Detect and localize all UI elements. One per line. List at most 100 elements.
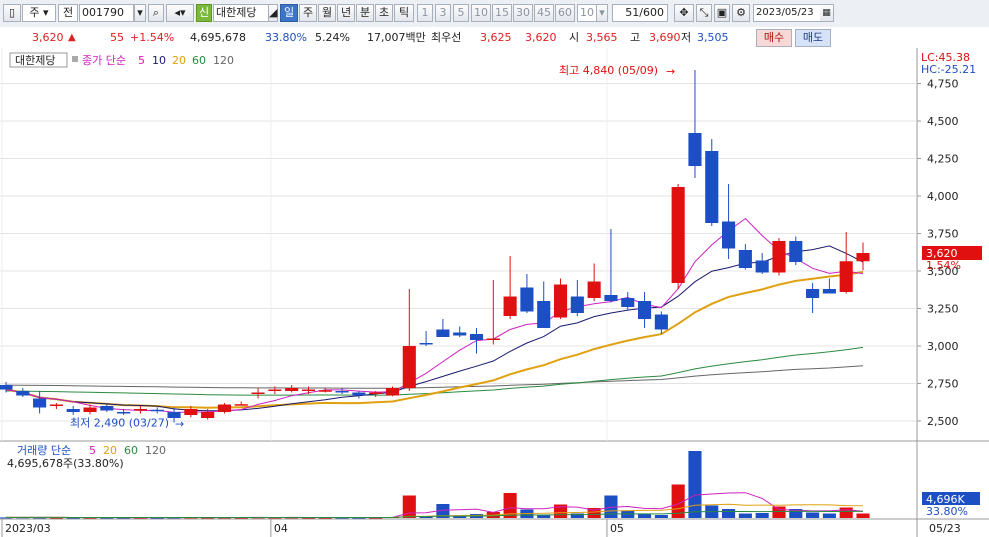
volume-bar <box>637 514 652 518</box>
mode-select[interactable]: 전 <box>58 4 78 22</box>
best-quote-label: 최우선 <box>431 31 462 44</box>
minute-10[interactable]: 10 <box>471 4 491 22</box>
count-input[interactable]: 51/600 <box>612 4 668 22</box>
menu-icon[interactable]: ▯ <box>3 4 21 22</box>
candle-body <box>621 298 635 307</box>
market-select[interactable]: 주 ▾ <box>22 4 56 22</box>
current-price: 3,620 <box>32 31 64 44</box>
high-label: 고 <box>630 31 641 44</box>
open-price: 3,565 <box>586 31 618 44</box>
stock-name-dropdown-icon[interactable]: ◢ <box>268 4 278 22</box>
volume-bar <box>839 507 853 518</box>
change-amount: 55 <box>110 31 124 44</box>
candle-body <box>839 261 853 292</box>
minute-30[interactable]: 30 <box>513 4 533 22</box>
y-tick-label: 4,750 <box>927 78 959 91</box>
y-tick-label: 2,750 <box>927 378 959 391</box>
interval-input[interactable]: 10 <box>577 4 597 22</box>
period-day[interactable]: 일 <box>280 4 298 22</box>
candle-body <box>671 187 685 283</box>
low-price: 3,505 <box>697 31 729 44</box>
candle-body <box>688 133 702 166</box>
sound-icon[interactable]: ◂▾ <box>166 4 194 22</box>
draw-tool-icon[interactable]: ⤡ <box>696 4 712 22</box>
legend-ma60: 60 <box>192 54 206 67</box>
candle-body <box>301 389 316 391</box>
legend-volume: 거래량 단순 <box>17 444 71 457</box>
minute-1[interactable]: 1 <box>417 4 433 22</box>
search-icon[interactable]: ⌕ <box>148 4 164 22</box>
save-icon[interactable]: ▣ <box>714 4 730 22</box>
y-tick-label: 3,750 <box>927 228 959 241</box>
period-minute[interactable]: 분 <box>356 4 374 22</box>
volume-bar <box>722 509 736 518</box>
candle-body <box>436 329 450 337</box>
minute-45[interactable]: 45 <box>534 4 554 22</box>
volume-bar <box>654 515 668 518</box>
best-bid: 3,620 <box>525 31 557 44</box>
max-price-label: 최고 4,840 (05/09) <box>559 64 658 77</box>
crosshair-icon[interactable]: ✥ <box>674 4 694 22</box>
candle-body <box>453 332 467 336</box>
volume-box-pct: 33.80% <box>926 505 968 518</box>
candle-body <box>184 409 198 415</box>
candle-body <box>385 388 400 396</box>
trade-amount: 17,007백만 <box>367 31 426 44</box>
legend-marker <box>72 56 78 62</box>
candle-body <box>822 289 836 294</box>
volume-info: 4,695,678주(33.80%) <box>7 457 124 470</box>
volume-ratio: 33.80% <box>265 31 307 44</box>
calendar-icon[interactable]: ▦ <box>820 4 834 22</box>
candle-body <box>419 343 433 345</box>
candle-body <box>33 398 47 408</box>
code-dropdown-icon[interactable]: ▾ <box>134 4 146 22</box>
sell-button[interactable]: 매도 <box>795 29 831 47</box>
candle-body <box>49 404 63 406</box>
period-week[interactable]: 주 <box>299 4 317 22</box>
candle-body <box>856 253 870 262</box>
buy-button[interactable]: 매수 <box>756 29 792 47</box>
y-tick-label: 4,250 <box>927 153 959 166</box>
minute-5[interactable]: 5 <box>453 4 469 22</box>
candle-body <box>570 296 584 313</box>
candle-body <box>654 314 668 330</box>
candle-body <box>486 338 500 340</box>
period-month[interactable]: 월 <box>318 4 336 22</box>
candle-body <box>66 409 80 412</box>
legend-vol-ma60: 60 <box>124 444 138 457</box>
period-tick[interactable]: 틱 <box>394 4 414 22</box>
volume-bar <box>755 513 769 518</box>
legend-ma120: 120 <box>213 54 234 67</box>
candle-body <box>318 390 332 392</box>
candle-body <box>217 404 232 412</box>
period-year[interactable]: 년 <box>337 4 355 22</box>
minute-3[interactable]: 3 <box>435 4 451 22</box>
candle-body <box>133 409 147 411</box>
y-tick-label: 3,000 <box>927 340 959 353</box>
period-second[interactable]: 초 <box>375 4 393 22</box>
candle-body <box>469 334 484 340</box>
legend-vol-ma5: 5 <box>89 444 96 457</box>
candle-body <box>637 301 652 319</box>
legend-ma10: 10 <box>152 54 166 67</box>
interval-dropdown-icon[interactable]: ▾ <box>596 4 608 22</box>
minute-60[interactable]: 60 <box>555 4 575 22</box>
hc-label: HC:-25.21 <box>921 63 976 76</box>
candle-body <box>738 250 752 268</box>
volume-bar <box>806 512 820 518</box>
settings-icon[interactable]: ⚙ <box>732 4 750 22</box>
candle-body <box>755 260 769 273</box>
change-percent: +1.54% <box>130 31 175 44</box>
candle-body <box>0 385 13 390</box>
current-pct-label: 1.54% <box>926 259 961 272</box>
stock-code-input[interactable]: 001790 <box>79 4 134 22</box>
candle-body <box>772 241 786 273</box>
minute-15[interactable]: 15 <box>492 4 512 22</box>
quote-bar: 3,620 ▲ 55 +1.54% 4,695,678 33.80% 5.24%… <box>0 27 989 49</box>
candle-body <box>201 412 215 418</box>
candle-body <box>789 241 803 262</box>
candle-body <box>587 281 601 298</box>
price-chart[interactable]: 2,5002,7503,0003,2503,5003,7504,0004,250… <box>0 48 989 537</box>
candle-body <box>352 392 366 396</box>
candle-body <box>722 221 736 249</box>
